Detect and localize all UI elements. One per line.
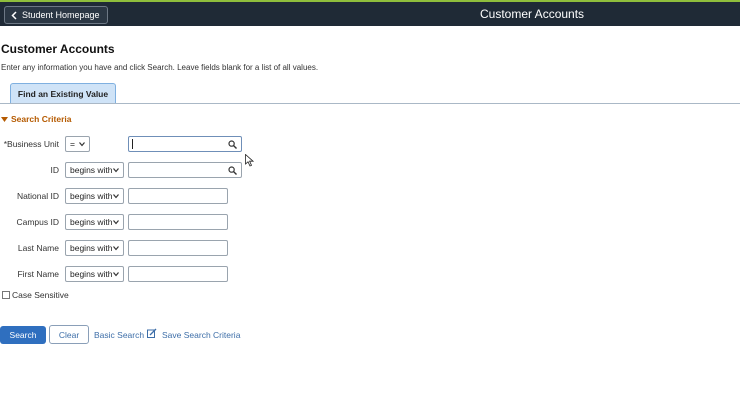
id-operator-select[interactable]: begins with (65, 162, 124, 178)
caret-down-icon (1, 116, 8, 122)
last-name-label: Last Name (17, 243, 59, 253)
campus-id-operator-value: begins with (70, 217, 113, 227)
save-search-criteria-link[interactable]: Save Search Criteria (162, 330, 240, 340)
business-unit-label-text: Business Unit (7, 139, 59, 149)
chevron-down-icon (113, 220, 119, 225)
save-criteria-icon[interactable] (147, 328, 157, 338)
chevron-down-icon (113, 272, 119, 277)
chevron-down-icon (113, 194, 119, 199)
id-label: ID (50, 165, 60, 175)
chevron-down-icon (79, 142, 85, 147)
last-name-operator-value: begins with (70, 243, 113, 253)
national-id-input[interactable] (128, 188, 228, 204)
first-name-label: First Name (17, 269, 59, 279)
clear-button[interactable]: Clear (49, 325, 89, 344)
campus-id-operator-select[interactable]: begins with (65, 214, 124, 230)
text-cursor (132, 139, 133, 149)
student-homepage-label: Student Homepage (22, 10, 100, 20)
business-unit-operator-value: = (70, 139, 75, 149)
campus-id-label: Campus ID (16, 217, 59, 227)
top-banner: Student Homepage Customer Accounts (0, 0, 740, 26)
business-unit-label: *Business Unit (1, 139, 59, 149)
chevron-left-icon (11, 10, 17, 20)
search-icon[interactable] (228, 140, 237, 149)
business-unit-input[interactable] (128, 136, 242, 152)
page-title: Customer Accounts (1, 42, 115, 56)
search-button[interactable]: Search (0, 326, 46, 344)
national-id-operator-value: begins with (70, 191, 113, 201)
national-id-operator-select[interactable]: begins with (65, 188, 124, 204)
chevron-down-icon (113, 246, 119, 251)
app-title: Customer Accounts (480, 7, 585, 21)
search-criteria-toggle[interactable]: Search Criteria (1, 114, 71, 124)
mouse-pointer-icon (245, 154, 254, 167)
tab-find-existing-value[interactable]: Find an Existing Value (10, 83, 116, 103)
business-unit-operator-select[interactable]: = (65, 136, 90, 152)
case-sensitive-checkbox[interactable] (2, 291, 10, 299)
basic-search-link[interactable]: Basic Search (94, 330, 144, 340)
case-sensitive-label: Case Sensitive (12, 290, 69, 300)
tab-divider (0, 103, 740, 104)
last-name-input[interactable] (128, 240, 228, 256)
national-id-label: National ID (16, 191, 59, 201)
first-name-input[interactable] (128, 266, 228, 282)
id-operator-value: begins with (70, 165, 113, 175)
search-icon[interactable] (228, 166, 237, 175)
chevron-down-icon (113, 168, 119, 173)
student-homepage-button[interactable]: Student Homepage (4, 6, 108, 24)
first-name-operator-select[interactable]: begins with (65, 266, 124, 282)
first-name-operator-value: begins with (70, 269, 113, 279)
instructions-text: Enter any information you have and click… (1, 63, 319, 72)
case-sensitive-option[interactable]: Case Sensitive (2, 290, 69, 300)
last-name-operator-select[interactable]: begins with (65, 240, 124, 256)
campus-id-input[interactable] (128, 214, 228, 230)
search-criteria-heading: Search Criteria (11, 114, 72, 124)
id-input[interactable] (128, 162, 242, 178)
